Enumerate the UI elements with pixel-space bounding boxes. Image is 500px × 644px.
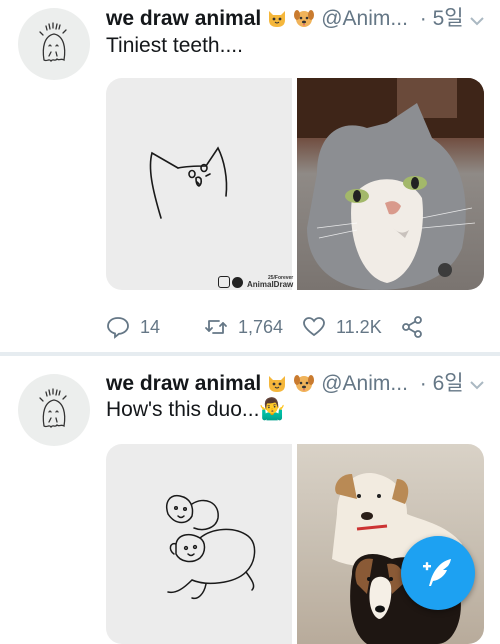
dog-face-icon bbox=[293, 372, 315, 394]
reply-button[interactable]: 14 bbox=[106, 312, 160, 342]
ghost-drawing-icon bbox=[39, 22, 67, 63]
avatar[interactable] bbox=[18, 374, 90, 446]
tweet-actions: 14 1,764 11.2K bbox=[106, 312, 486, 342]
reply-icon bbox=[107, 317, 129, 339]
chevron-down-icon[interactable] bbox=[468, 376, 486, 394]
dog-face-icon bbox=[293, 7, 315, 29]
like-count: 11.2K bbox=[336, 316, 382, 337]
reply-count: 14 bbox=[140, 316, 161, 337]
cat-drawing-image[interactable]: 25/Forever AnimalDraw bbox=[106, 78, 293, 290]
retweet-icon bbox=[205, 320, 227, 334]
watermark-line-2: AnimalDraw bbox=[247, 280, 294, 289]
share-icon bbox=[402, 316, 422, 338]
timestamp[interactable]: · 5일 bbox=[420, 7, 464, 30]
image-watermark: 25/Forever AnimalDraw bbox=[218, 275, 293, 289]
tweet-text: How's this duo...🤷‍♂️ bbox=[106, 398, 286, 421]
avatar[interactable] bbox=[18, 8, 90, 80]
tweet-header: we draw animal @Anim... · 6일 bbox=[106, 369, 464, 399]
tweet-1[interactable]: we draw animal @Anim... · 5일 Tiniest teet… bbox=[0, 0, 500, 352]
cat-face-icon bbox=[266, 372, 288, 394]
timestamp[interactable]: · 6일 bbox=[420, 372, 464, 395]
compose-tweet-button[interactable] bbox=[401, 536, 475, 610]
tweet-media[interactable]: 25/Forever AnimalDraw bbox=[106, 78, 484, 290]
retweet-count: 1,764 bbox=[238, 316, 284, 337]
facebook-icon bbox=[232, 276, 243, 288]
ghost-drawing-icon bbox=[39, 388, 67, 429]
tweet-text: Tiniest teeth.... bbox=[106, 34, 243, 57]
author-handle[interactable]: @Anim... bbox=[321, 372, 408, 395]
compose-tweet-icon bbox=[423, 559, 451, 586]
like-button[interactable]: 11.2K bbox=[302, 312, 382, 342]
retweet-button[interactable]: 1,764 bbox=[204, 312, 283, 342]
cat-face-icon bbox=[266, 7, 288, 29]
heart-icon bbox=[303, 317, 325, 337]
share-button[interactable] bbox=[400, 312, 434, 342]
dogs-drawing-image[interactable] bbox=[106, 444, 292, 644]
chevron-down-icon[interactable] bbox=[468, 12, 486, 30]
author-handle[interactable]: @Anim... bbox=[321, 7, 408, 30]
instagram-icon bbox=[218, 276, 230, 288]
author-name[interactable]: we draw animal bbox=[106, 372, 261, 395]
cat-photo-image[interactable] bbox=[297, 78, 484, 290]
tweet-header: we draw animal @Anim... · 5일 bbox=[106, 4, 464, 34]
author-name[interactable]: we draw animal bbox=[106, 7, 261, 30]
